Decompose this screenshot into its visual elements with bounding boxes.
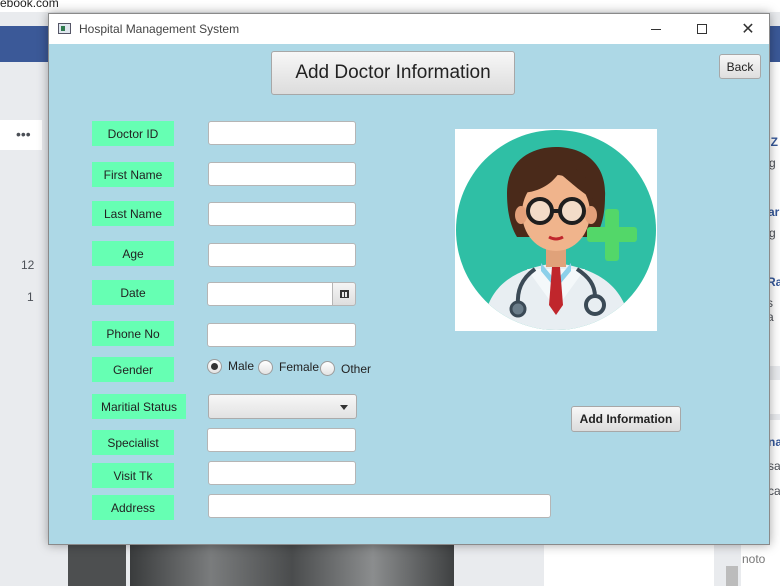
maximize-icon (697, 24, 707, 34)
chevron-down-icon (340, 405, 348, 410)
doctor-id-label: Doctor ID (92, 121, 174, 146)
gender-female-radio[interactable] (258, 360, 273, 375)
close-button[interactable]: ✕ (725, 14, 771, 44)
visit-tk-input[interactable] (208, 461, 356, 485)
background-snippet: g (769, 156, 776, 170)
age-input[interactable] (208, 243, 356, 267)
gender-label: Gender (92, 357, 174, 382)
back-button[interactable]: Back (719, 54, 761, 79)
background-snippet: noto (742, 552, 766, 566)
app-icon (58, 23, 71, 34)
address-label: Address (92, 495, 174, 520)
background-count: 12 (21, 258, 35, 272)
doctor-image (455, 129, 657, 331)
background-scrollbar (726, 566, 738, 586)
background-more-icon: ••• (16, 126, 31, 142)
gender-male-radio[interactable] (207, 359, 222, 374)
gender-female-label[interactable]: Female (279, 360, 319, 374)
address-input[interactable] (208, 494, 551, 518)
gender-other-label[interactable]: Other (341, 362, 371, 376)
close-icon: ✕ (741, 21, 755, 38)
maximize-button[interactable] (679, 14, 725, 44)
app-window: Hospital Management System ✕ Add Doctor … (48, 13, 770, 545)
date-picker-button[interactable] (332, 282, 356, 306)
visit-tk-label: Visit Tk (92, 463, 174, 488)
age-label: Age (92, 241, 174, 266)
minimize-icon (651, 28, 661, 30)
phone-input[interactable] (207, 323, 356, 347)
doctor-id-input[interactable] (208, 121, 356, 145)
date-label: Date (92, 280, 174, 305)
title-bar[interactable]: Hospital Management System ✕ (49, 14, 769, 44)
first-name-input[interactable] (208, 162, 356, 186)
background-photo (130, 544, 454, 586)
minimize-button[interactable] (633, 14, 679, 44)
browser-top-strip (0, 0, 780, 12)
browser-url-fragment: ebook.com (0, 0, 59, 10)
marital-status-label: Maritial Status (92, 394, 186, 419)
marital-status-select[interactable] (208, 394, 357, 419)
last-name-label: Last Name (92, 201, 174, 226)
gender-male-label[interactable]: Male (228, 359, 254, 373)
page-title-button[interactable]: Add Doctor Information (271, 51, 515, 95)
add-information-button[interactable]: Add Information (571, 406, 681, 432)
background-card (544, 544, 714, 586)
calendar-icon (339, 290, 349, 298)
specialist-input[interactable] (207, 428, 356, 452)
last-name-input[interactable] (208, 202, 356, 226)
background-count: 1 (27, 290, 34, 304)
background-photo (68, 544, 126, 586)
first-name-label: First Name (92, 162, 174, 187)
doctor-avatar-icon (456, 130, 656, 330)
gender-other-radio[interactable] (320, 361, 335, 376)
background-snippet: g (769, 226, 776, 240)
date-input[interactable] (207, 282, 333, 306)
specialist-label: Specialist (92, 430, 174, 455)
phone-label: Phone No (92, 321, 174, 346)
window-title: Hospital Management System (79, 22, 240, 36)
